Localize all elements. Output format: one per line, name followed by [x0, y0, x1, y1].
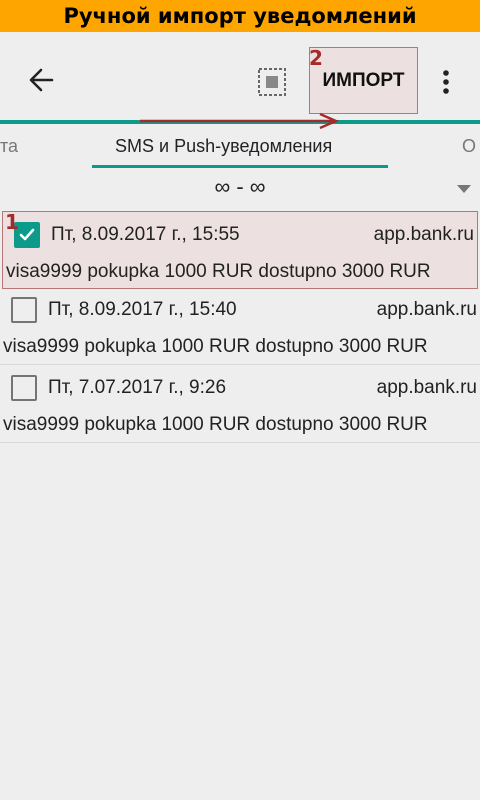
tab-next[interactable]: О	[462, 136, 476, 157]
select-all-button[interactable]	[252, 62, 292, 102]
notification-date: Пт, 8.09.2017 г., 15:40	[48, 299, 237, 320]
date-range-selector[interactable]: ∞ - ∞	[0, 170, 480, 208]
notification-text: visa9999 pokupka 1000 RUR dostupno 3000 …	[3, 336, 428, 357]
notification-sender: app.bank.ru	[376, 377, 477, 398]
select-all-icon	[258, 68, 286, 96]
notification-text: visa9999 pokupka 1000 RUR dostupno 3000 …	[6, 261, 431, 282]
toolbar: ИМПОРТ	[0, 32, 480, 120]
notification-sender: app.bank.ru	[373, 224, 474, 245]
dropdown-arrow-icon	[457, 185, 471, 193]
back-button[interactable]	[20, 60, 64, 100]
notification-sender: app.bank.ru	[376, 299, 477, 320]
annotation-step-1: 1	[5, 210, 19, 234]
active-tab-indicator	[92, 165, 388, 168]
annotation-arrow-icon	[140, 112, 339, 130]
notification-text: visa9999 pokupka 1000 RUR dostupno 3000 …	[3, 414, 428, 435]
tab-previous[interactable]: та	[0, 136, 18, 157]
banner-title: Ручной импорт уведомлений	[63, 4, 417, 28]
notification-checkbox[interactable]	[11, 375, 37, 401]
tab-sms-push[interactable]: SMS и Push-уведомления	[115, 136, 332, 157]
arrow-left-icon	[29, 68, 54, 92]
import-button[interactable]: ИМПОРТ	[309, 47, 418, 114]
notification-date: Пт, 7.07.2017 г., 9:26	[48, 377, 227, 398]
notification-date: Пт, 8.09.2017 г., 15:55	[51, 224, 240, 245]
notification-row[interactable]: Пт, 7.07.2017 г., 9:26 app.bank.ru visa9…	[0, 365, 480, 443]
notification-row[interactable]: Пт, 8.09.2017 г., 15:55 app.bank.ru visa…	[2, 211, 478, 289]
notification-checkbox[interactable]	[11, 297, 37, 323]
check-icon	[19, 228, 35, 241]
notification-row[interactable]: Пт, 8.09.2017 г., 15:40 app.bank.ru visa…	[0, 287, 480, 365]
more-menu-button[interactable]	[434, 62, 458, 102]
annotation-step-2: 2	[309, 46, 323, 70]
header-banner: Ручной импорт уведомлений	[0, 0, 480, 32]
date-range-label: ∞ - ∞	[214, 174, 266, 199]
more-vert-icon	[443, 70, 449, 94]
